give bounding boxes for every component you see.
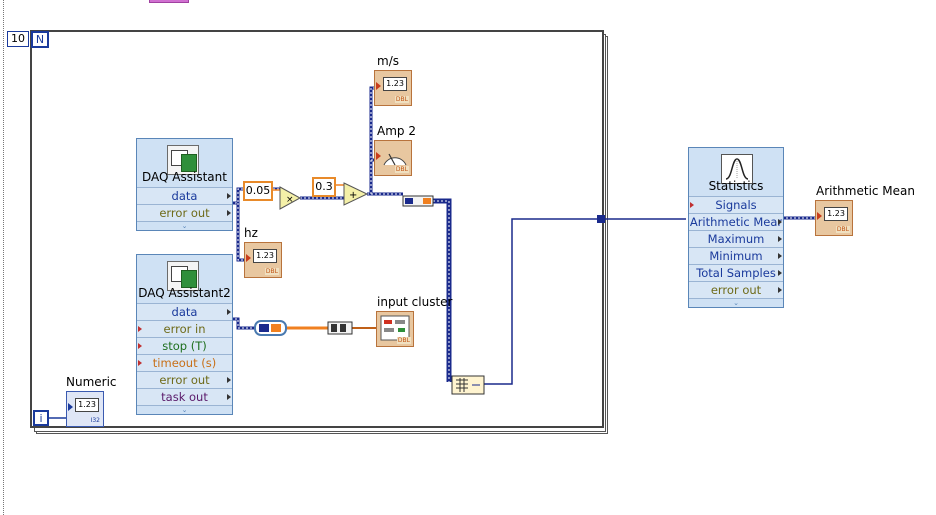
numeric-type-tag: I32	[89, 417, 101, 424]
add-function[interactable]: +	[343, 182, 369, 206]
statistics-header: Statistics	[689, 148, 783, 196]
ms-indicator[interactable]: 1.23 DBL	[374, 70, 412, 106]
daq-assistant-title: DAQ Assistant	[142, 170, 227, 184]
hz-indicator-label: hz	[244, 226, 258, 240]
numeric-display: 1.23	[75, 398, 99, 412]
ms-type-tag: DBL	[394, 96, 409, 103]
daq2-output-task-out[interactable]: task out	[137, 388, 232, 405]
daq2-output-data[interactable]: data	[137, 303, 232, 320]
stats-output-maximum[interactable]: Maximum	[689, 230, 783, 247]
wire-dynamic[interactable]	[231, 317, 255, 330]
arithmetic-mean-label: Arithmetic Mean	[816, 184, 916, 198]
daq2-input-timeout[interactable]: timeout (s)	[137, 354, 232, 371]
ms-display: 1.23	[383, 77, 407, 91]
statistics-title: Statistics	[708, 179, 764, 193]
bundle-function[interactable]	[327, 321, 353, 335]
hz-indicator[interactable]: 1.23 DBL	[244, 242, 282, 278]
numeric-indicator[interactable]: 1.23 I32	[66, 391, 104, 427]
statistics-node[interactable]: Statistics Signals Arithmetic Mear Maxim…	[688, 147, 784, 308]
daq-output-error-out[interactable]: error out	[137, 204, 232, 221]
build-array-function[interactable]	[451, 375, 485, 395]
daq2-output-error-out[interactable]: error out	[137, 371, 232, 388]
convert-dynamic-data-function[interactable]	[402, 195, 434, 207]
offset-constant[interactable]: 0.3	[312, 177, 336, 197]
daq-output-data[interactable]: data	[137, 187, 232, 204]
daq-assistant-node[interactable]: DAQ Assistant data error out ⌄	[136, 138, 233, 231]
arithmetic-mean-type-tag: DBL	[835, 226, 850, 233]
expand-chevron-icon[interactable]: ⌄	[689, 298, 783, 307]
daq-assistant2-title: DAQ Assistant2	[138, 286, 231, 300]
ms-indicator-label: m/s	[377, 54, 399, 68]
stats-output-total-samples[interactable]: Total Samples	[689, 264, 783, 281]
arithmetic-mean-display: 1.23	[824, 207, 848, 221]
wire-dynamic[interactable]	[433, 198, 452, 382]
expand-chevron-icon[interactable]: ⌄	[137, 405, 232, 414]
daq2-input-stop[interactable]: stop (T)	[137, 337, 232, 354]
stats-output-minimum[interactable]: Minimum	[689, 247, 783, 264]
hz-type-tag: DBL	[264, 268, 279, 275]
gauge-icon	[383, 153, 407, 166]
amp2-type-tag: DBL	[394, 166, 409, 173]
loop-output-tunnel[interactable]	[597, 215, 605, 223]
input-cluster-indicator[interactable]: DBL	[376, 311, 414, 347]
multiply-function[interactable]: ×	[279, 186, 302, 210]
input-cluster-type-tag: DBL	[396, 337, 411, 344]
hz-display: 1.23	[253, 249, 277, 263]
daq-assistant2-header: DAQ Assistant2	[137, 255, 232, 303]
daq-assistant-header: DAQ Assistant	[137, 139, 232, 187]
expand-chevron-icon[interactable]: ⌄	[137, 221, 232, 230]
numeric-indicator-label: Numeric	[66, 375, 117, 389]
svg-text:×: ×	[286, 195, 294, 205]
daq2-input-error-in[interactable]: error in	[137, 320, 232, 337]
stats-input-signals[interactable]: Signals	[689, 196, 783, 213]
convert-from-dynamic-function[interactable]	[254, 320, 287, 336]
arithmetic-mean-indicator[interactable]: 1.23 DBL	[815, 200, 853, 236]
stats-output-error-out[interactable]: error out	[689, 281, 783, 298]
gain-constant[interactable]: 0.05	[243, 181, 273, 201]
wire-array[interactable]	[484, 218, 686, 385]
stats-output-mean[interactable]: Arithmetic Mear	[689, 213, 783, 230]
input-cluster-label: input cluster	[377, 295, 453, 309]
amp2-gauge-indicator[interactable]: DBL	[374, 140, 412, 176]
amp2-indicator-label: Amp 2	[377, 124, 416, 138]
svg-text:+: +	[349, 190, 357, 201]
daq-assistant2-node[interactable]: DAQ Assistant2 data error in stop (T) ti…	[136, 254, 233, 415]
